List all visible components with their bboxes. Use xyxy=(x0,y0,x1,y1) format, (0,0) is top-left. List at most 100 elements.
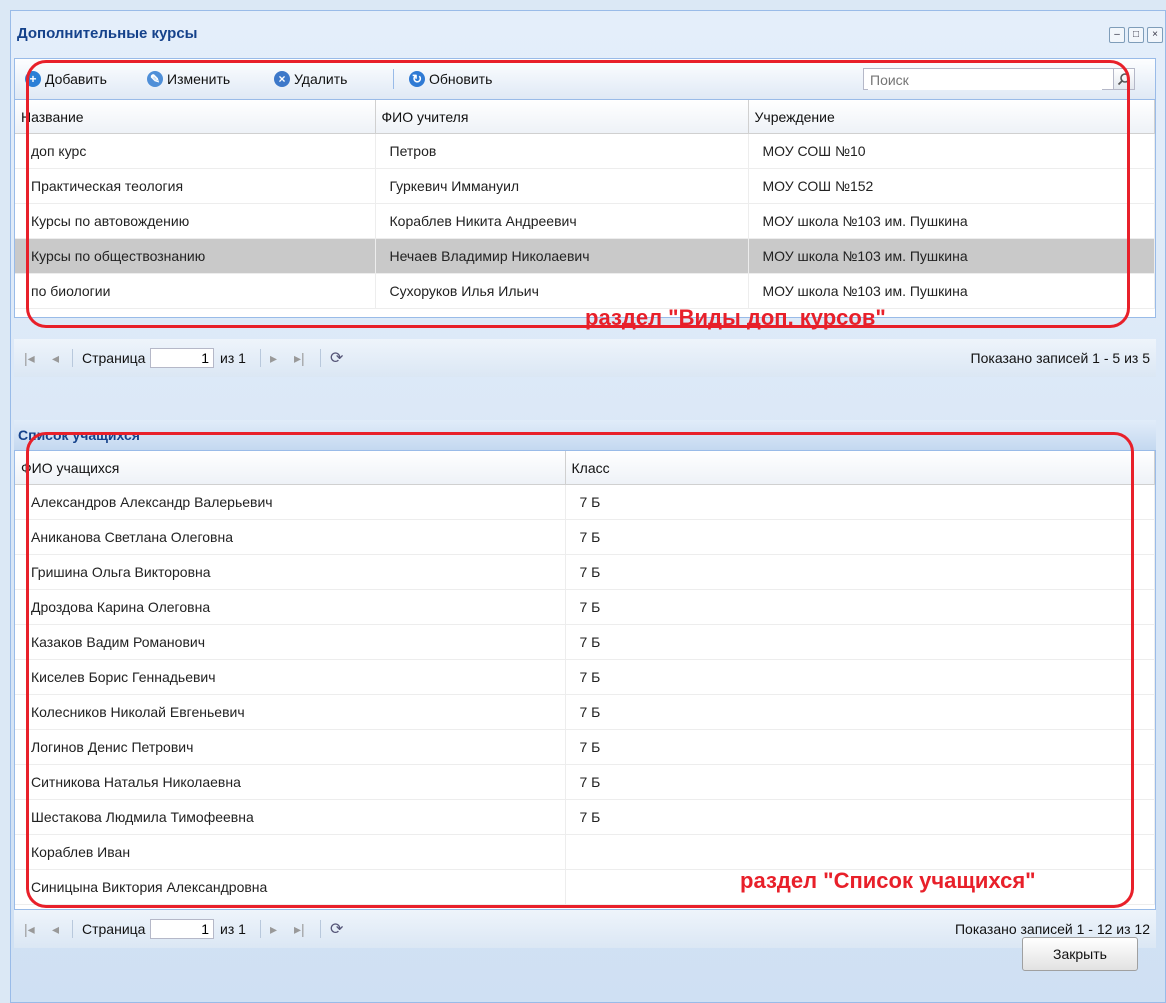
student-row[interactable]: Аниканова Светлана Олеговна 7 Б xyxy=(15,519,1155,555)
courses-annotation: раздел "Виды доп. курсов" xyxy=(585,305,886,330)
paging-separator xyxy=(320,920,321,938)
paging-separator xyxy=(320,349,321,367)
column-header-class[interactable]: Класс xyxy=(565,451,1155,485)
courses-grid: + Добавить ✎ Изменить × Удалить ↻ Обнови… xyxy=(14,58,1156,318)
table-cell: 7 Б xyxy=(565,589,1155,625)
edit-icon: ✎ xyxy=(147,71,163,87)
prev-page-icon[interactable]: ◂ xyxy=(52,910,59,948)
reload-icon[interactable]: ⟳ xyxy=(330,910,343,948)
toolbar-separator xyxy=(393,69,394,89)
student-row[interactable]: Ситникова Наталья Николаевна 7 Б xyxy=(15,764,1155,800)
next-page-icon[interactable]: ▸ xyxy=(270,910,277,948)
students-paging-toolbar: |◂ ◂ Страница из 1 ▸ ▸| ⟳ Показано запис… xyxy=(14,910,1156,948)
table-cell: 7 Б xyxy=(565,554,1155,590)
refresh-icon: ↻ xyxy=(409,71,425,87)
edit-button[interactable]: ✎ Изменить xyxy=(147,69,230,89)
course-row[interactable]: Курсы по обществознанию Нечаев Владимир Н… xyxy=(15,238,1155,274)
window-title: Дополнительные курсы xyxy=(17,25,198,42)
delete-label: Удалить xyxy=(294,71,348,87)
table-cell: МОУ школа №103 им. Пушкина xyxy=(748,273,1155,309)
table-cell: Колесников Николай Евгеньевич xyxy=(15,694,566,730)
refresh-label: Обновить xyxy=(429,71,493,87)
add-button[interactable]: + Добавить xyxy=(25,69,107,89)
last-page-icon[interactable]: ▸| xyxy=(294,339,305,377)
table-cell: Курсы по автовождению xyxy=(15,203,376,239)
close-icon[interactable]: × xyxy=(1147,27,1163,43)
table-cell: Шестакова Людмила Тимофеевна xyxy=(15,799,566,835)
student-row[interactable]: Киселев Борис Геннадьевич 7 Б xyxy=(15,659,1155,695)
courses-header-row: Название ФИО учителя Учреждение xyxy=(15,100,1155,134)
table-cell: Александров Александр Валерьевич xyxy=(15,484,566,520)
page-of-label: из 1 xyxy=(220,921,246,937)
table-cell: Логинов Денис Петрович xyxy=(15,729,566,765)
column-header-institution[interactable]: Учреждение xyxy=(748,100,1155,134)
student-row[interactable]: Колесников Николай Евгеньевич 7 Б xyxy=(15,694,1155,730)
courses-table: Название ФИО учителя Учреждение доп курс… xyxy=(15,100,1155,309)
students-header-row: ФИО учащихся Класс xyxy=(15,451,1155,485)
student-row[interactable]: Кораблев Иван xyxy=(15,834,1155,870)
first-page-icon[interactable]: |◂ xyxy=(24,910,35,948)
grid-toolbar: + Добавить ✎ Изменить × Удалить ↻ Обнови… xyxy=(15,59,1155,100)
prev-page-icon[interactable]: ◂ xyxy=(52,339,59,377)
paging-summary: Показано записей 1 - 5 из 5 xyxy=(970,350,1150,366)
table-cell: 7 Б xyxy=(565,484,1155,520)
table-cell: МОУ СОШ №152 xyxy=(748,168,1155,204)
table-cell xyxy=(565,834,1155,870)
table-cell: Кораблев Иван xyxy=(15,834,566,870)
delete-button[interactable]: × Удалить xyxy=(274,69,347,89)
table-cell: Курсы по обществознанию xyxy=(15,238,376,274)
table-cell: Киселев Борис Геннадьевич xyxy=(15,659,566,695)
column-header-teacher[interactable]: ФИО учителя xyxy=(375,100,749,134)
students-section-title: Список учащихся xyxy=(14,420,1156,450)
search-icon[interactable] xyxy=(1113,68,1135,90)
student-row[interactable]: Шестакова Людмила Тимофеевна 7 Б xyxy=(15,799,1155,835)
paging-separator xyxy=(260,920,261,938)
table-cell: Дроздова Карина Олеговна xyxy=(15,589,566,625)
table-cell: по биологии xyxy=(15,273,376,309)
students-annotation: раздел "Список учащихся" xyxy=(740,868,1036,893)
table-cell: 7 Б xyxy=(565,799,1155,835)
table-cell: МОУ школа №103 им. Пушкина xyxy=(748,203,1155,239)
page-label: Страница xyxy=(82,350,146,366)
column-header-student-name[interactable]: ФИО учащихся xyxy=(15,451,566,485)
page-label: Страница xyxy=(82,921,146,937)
course-row[interactable]: доп курс Петров МОУ СОШ №10 xyxy=(15,133,1155,169)
paging-separator xyxy=(260,349,261,367)
course-row[interactable]: Курсы по автовождению Кораблев Никита Анд… xyxy=(15,203,1155,239)
delete-icon: × xyxy=(274,71,290,87)
student-row[interactable]: Гришина Ольга Викторовна 7 Б xyxy=(15,554,1155,590)
search-box xyxy=(863,68,1135,90)
next-page-icon[interactable]: ▸ xyxy=(270,339,277,377)
course-row[interactable]: по биологии Сухоруков Илья Ильич МОУ школа… xyxy=(15,273,1155,309)
maximize-icon[interactable]: □ xyxy=(1128,27,1144,43)
table-cell: Практическая теология xyxy=(15,168,376,204)
add-icon: + xyxy=(25,71,41,87)
table-cell: 7 Б xyxy=(565,729,1155,765)
student-row[interactable]: Казаков Вадим Романович 7 Б xyxy=(15,624,1155,660)
reload-icon[interactable]: ⟳ xyxy=(330,339,343,377)
page-number-input[interactable] xyxy=(150,348,214,368)
last-page-icon[interactable]: ▸| xyxy=(294,910,305,948)
table-cell: Сухоруков Илья Ильич xyxy=(375,273,749,309)
column-header-name[interactable]: Название xyxy=(15,100,376,134)
student-row[interactable]: Александров Александр Валерьевич 7 Б xyxy=(15,484,1155,520)
table-cell: МОУ СОШ №10 xyxy=(748,133,1155,169)
close-button[interactable]: Закрыть xyxy=(1022,937,1138,971)
window-header: Дополнительные курсы – □ × xyxy=(11,11,1165,59)
first-page-icon[interactable]: |◂ xyxy=(24,339,35,377)
course-row[interactable]: Практическая теология Гуркевич Иммануил МО… xyxy=(15,168,1155,204)
table-cell: Казаков Вадим Романович xyxy=(15,624,566,660)
page-of-label: из 1 xyxy=(220,350,246,366)
add-label: Добавить xyxy=(45,71,107,87)
table-cell: Кораблев Никита Андреевич xyxy=(375,203,749,239)
student-row[interactable]: Логинов Денис Петрович 7 Б xyxy=(15,729,1155,765)
table-cell: 7 Б xyxy=(565,624,1155,660)
table-cell: 7 Б xyxy=(565,764,1155,800)
students-grid: ФИО учащихся Класс Александров Александр… xyxy=(14,450,1156,910)
table-cell: Гришина Ольга Викторовна xyxy=(15,554,566,590)
page-number-input[interactable] xyxy=(150,919,214,939)
refresh-button[interactable]: ↻ Обновить xyxy=(409,69,492,89)
student-row[interactable]: Дроздова Карина Олеговна 7 Б xyxy=(15,589,1155,625)
search-input[interactable] xyxy=(868,70,1102,90)
minimize-icon[interactable]: – xyxy=(1109,27,1125,43)
